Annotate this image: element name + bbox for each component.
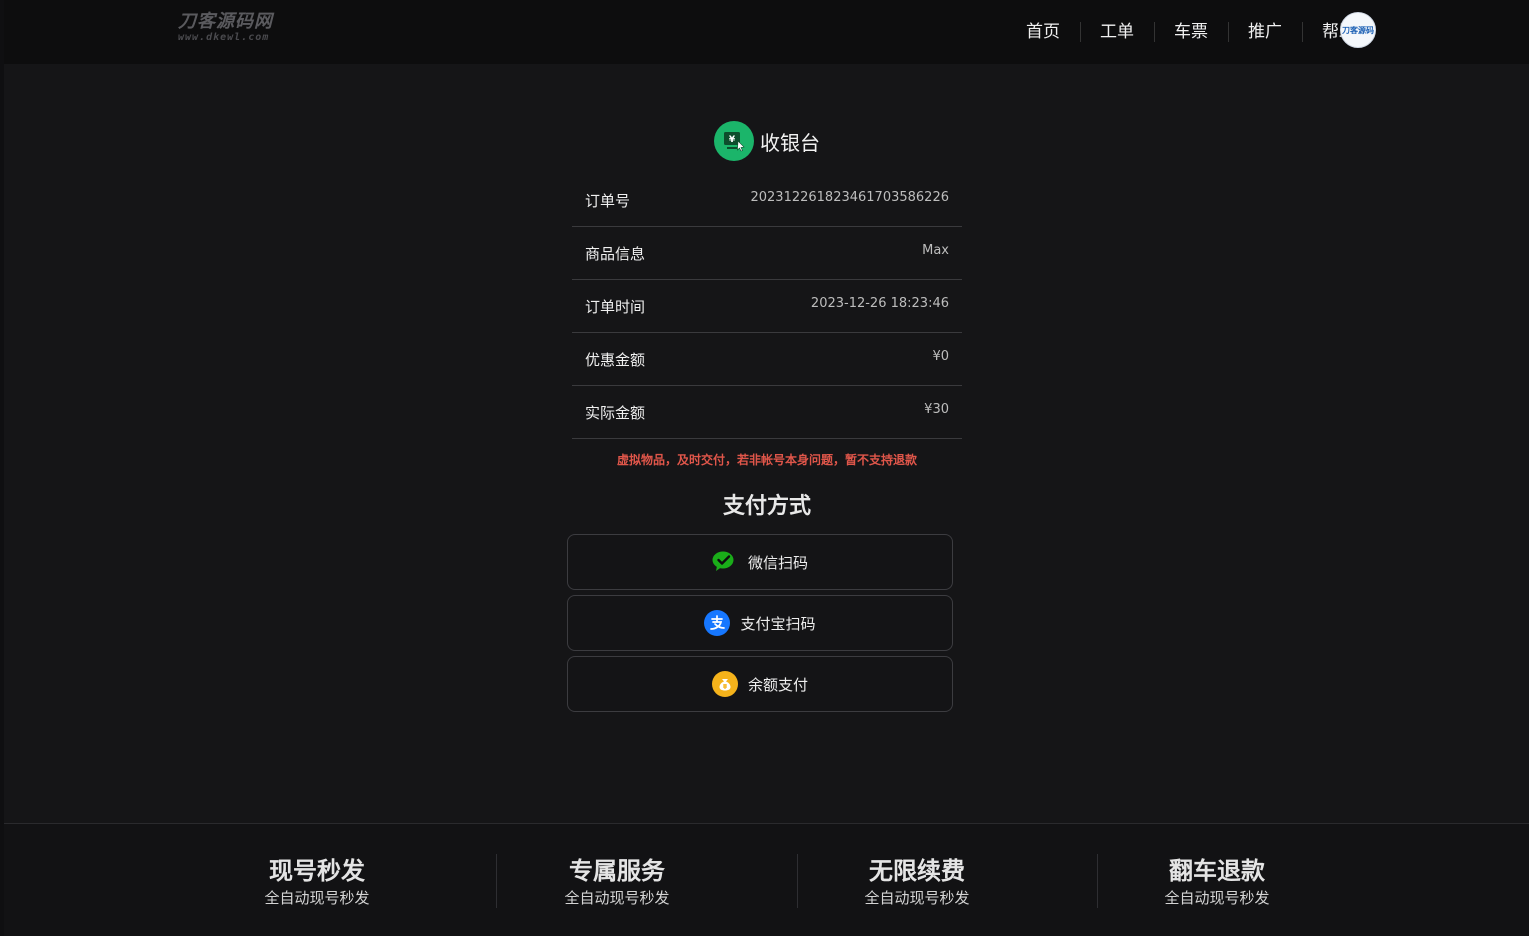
feature-subtitle: 全自动现号秒发 [1164, 889, 1270, 907]
wechat-icon [712, 549, 738, 575]
info-label: 订单时间 [585, 297, 646, 316]
svg-text:¥: ¥ [729, 135, 736, 145]
order-number-row: 订单号 202312261823461703586226 [572, 174, 962, 227]
page: 刀客源码网 www.dkewl.com 首页 工单 车票 推广 帮助 刀客源码 … [4, 0, 1529, 936]
balance-pay-button[interactable]: 余额支付 [567, 656, 953, 712]
info-value: 2023-12-26 18:23:46 [810, 295, 949, 311]
balance-pay-label: 余额支付 [747, 675, 808, 694]
info-value: ¥0 [932, 348, 949, 364]
alipay-label: 支付宝扫码 [740, 614, 816, 633]
nav-item-car-tickets[interactable]: 车票 [1154, 21, 1228, 43]
site-logo[interactable]: 刀客源码网 www.dkewl.com [178, 12, 308, 48]
info-label: 订单号 [585, 191, 631, 210]
payment-title: 支付方式 [722, 494, 811, 519]
feature-subtitle: 全自动现号秒发 [564, 889, 670, 907]
product-info-row: 商品信息 Max [572, 227, 962, 280]
alipay-icon [704, 610, 731, 636]
user-avatar[interactable]: 刀客源码 [1340, 12, 1376, 48]
discount-row: 优惠金额 ¥0 [572, 333, 962, 386]
main-nav: 首页 工单 车票 推广 帮助 [1006, 0, 1376, 64]
logo-text: 刀客源码网 [178, 11, 273, 32]
feature-item: 现号秒发 全自动现号秒发 [167, 856, 467, 908]
nav-item-home[interactable]: 首页 [1006, 21, 1080, 43]
nav-item-promote[interactable]: 推广 [1228, 21, 1302, 43]
feature-title: 专属服务 [569, 857, 665, 885]
feature-subtitle: 全自动现号秒发 [864, 889, 970, 907]
refund-notice: 虚拟物品，及时交付，若非帐号本身问题，暂不支持退款 [616, 453, 917, 467]
feature-item: 专属服务 全自动现号秒发 [467, 856, 767, 908]
feature-title: 无限续费 [869, 857, 965, 885]
info-label: 实际金额 [585, 403, 646, 422]
wallet-icon [711, 671, 738, 697]
alipay-button[interactable]: 支付宝扫码 [567, 595, 953, 651]
wechat-pay-label: 微信扫码 [747, 553, 808, 572]
info-value: 202312261823461703586226 [750, 189, 949, 205]
feature-title: 现号秒发 [269, 857, 365, 885]
feature-item: 无限续费 全自动现号秒发 [767, 856, 1067, 908]
info-label: 优惠金额 [585, 350, 646, 369]
footer-features: 现号秒发 全自动现号秒发 专属服务 全自动现号秒发 无限续费 全自动现号秒发 翻… [4, 823, 1529, 936]
wechat-pay-button[interactable]: 微信扫码 [567, 534, 953, 590]
nav-item-tickets[interactable]: 工单 [1080, 21, 1154, 43]
top-navbar: 刀客源码网 www.dkewl.com 首页 工单 车票 推广 帮助 刀客源码 [4, 0, 1529, 64]
info-value: ¥30 [924, 401, 949, 417]
info-label: 商品信息 [585, 244, 646, 263]
actual-amount-row: 实际金额 ¥30 [572, 386, 962, 439]
cashier-title: 收银台 [760, 130, 820, 155]
order-info-table: 订单号 202312261823461703586226 商品信息 Max 订单… [572, 174, 962, 439]
feature-subtitle: 全自动现号秒发 [264, 889, 370, 907]
logo-subtext: www.dkewl.com [178, 32, 270, 43]
cashier-header: ¥ 收银台 [714, 121, 820, 161]
info-value: Max [922, 242, 949, 258]
cashier-icon: ¥ [714, 121, 754, 161]
feature-title: 翻车退款 [1169, 857, 1265, 885]
feature-item: 翻车退款 全自动现号秒发 [1067, 856, 1367, 908]
avatar-text: 刀客源码 [1342, 25, 1374, 35]
order-time-row: 订单时间 2023-12-26 18:23:46 [572, 280, 962, 333]
